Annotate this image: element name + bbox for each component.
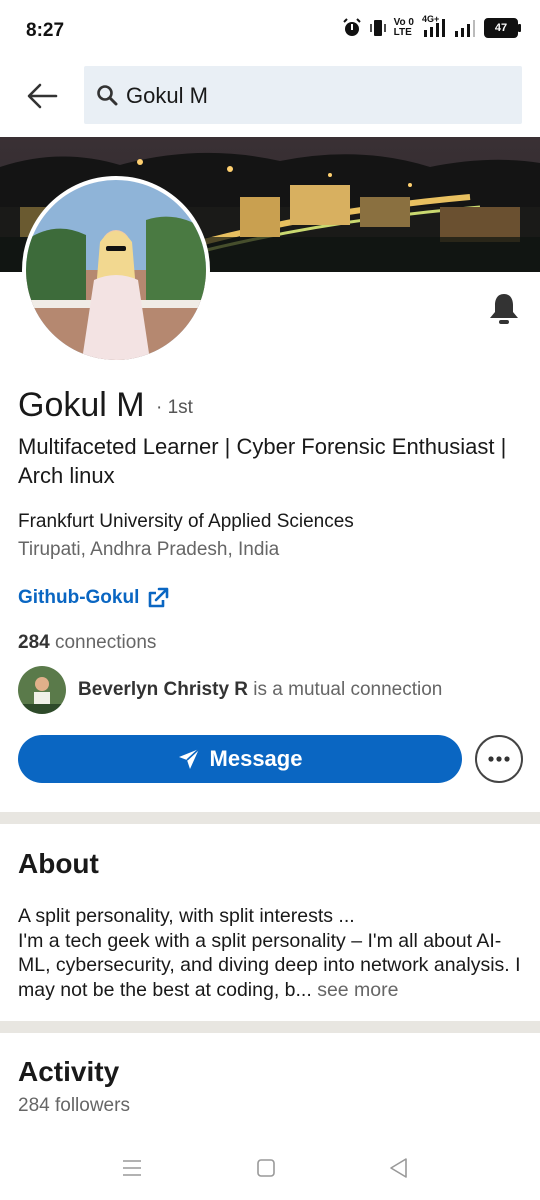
external-link-icon xyxy=(149,587,169,608)
profile-headline: Multifaceted Learner | Cyber Forensic En… xyxy=(18,434,507,488)
website-label: Github-Gokul xyxy=(18,587,140,608)
network-type: 4G+ xyxy=(422,14,440,24)
status-bar: 8:27 Vo 0 LTE 4G+ 47 xyxy=(0,0,540,62)
status-time: 8:27 xyxy=(26,20,65,41)
connection-degree: · 1st xyxy=(156,397,193,418)
search-icon xyxy=(97,85,118,106)
website-link[interactable]: Github-Gokul xyxy=(18,587,169,609)
activity-heading: Activity xyxy=(18,1056,120,1087)
about-text-block[interactable]: A split personality, with split interest… xyxy=(18,904,523,1002)
about-heading: About xyxy=(18,848,99,879)
profile-avatar[interactable] xyxy=(22,176,210,364)
followers-count[interactable]: 284 followers xyxy=(18,1095,130,1117)
back-nav-icon[interactable] xyxy=(388,1157,408,1179)
profile-education[interactable]: Frankfurt University of Applied Sciences xyxy=(18,511,354,533)
status-icons: Vo 0 LTE 4G+ 47 xyxy=(342,14,521,38)
mutual-connection-avatar[interactable] xyxy=(18,666,66,714)
section-divider xyxy=(0,1021,540,1033)
alarm-icon xyxy=(342,18,361,36)
more-icon xyxy=(488,756,510,762)
mutual-suffix: is a mutual connection xyxy=(253,679,443,700)
send-icon xyxy=(178,748,200,769)
signal-icon-2 xyxy=(455,20,475,37)
connections-label: connections xyxy=(54,632,157,653)
back-arrow-icon[interactable] xyxy=(22,76,62,116)
section-divider xyxy=(0,812,540,824)
battery-level: 47 xyxy=(494,22,508,34)
connections-number: 284 xyxy=(18,632,50,653)
about-text: A split personality, with split interest… xyxy=(18,905,521,1001)
more-button[interactable] xyxy=(475,735,523,783)
system-nav-bar xyxy=(0,1140,540,1200)
vibrate-icon xyxy=(369,20,386,36)
message-label: Message xyxy=(209,746,303,771)
connections-count[interactable]: 284 connections xyxy=(18,632,156,654)
recent-apps-icon[interactable] xyxy=(122,1158,142,1178)
search-query[interactable]: Gokul M xyxy=(126,83,208,109)
mutual-connection-text[interactable]: Beverlyn Christy R is a mutual connectio… xyxy=(78,679,442,701)
home-icon[interactable] xyxy=(256,1158,276,1178)
signal-group-1: 4G+ xyxy=(422,14,446,38)
profile-name: Gokul M xyxy=(18,386,145,424)
volte-indicator: Vo 0 LTE xyxy=(394,18,414,38)
profile-photo xyxy=(26,180,206,360)
battery-indicator: 47 xyxy=(484,18,521,38)
mutual-avatar-photo xyxy=(18,666,66,714)
profile-location: Tirupati, Andhra Pradesh, India xyxy=(18,539,280,560)
see-more-link[interactable]: see more xyxy=(317,979,398,1001)
message-button[interactable]: Message xyxy=(18,735,462,783)
volte-bottom: LTE xyxy=(393,27,412,38)
mutual-name: Beverlyn Christy R xyxy=(78,679,249,700)
bell-icon[interactable] xyxy=(486,290,522,326)
